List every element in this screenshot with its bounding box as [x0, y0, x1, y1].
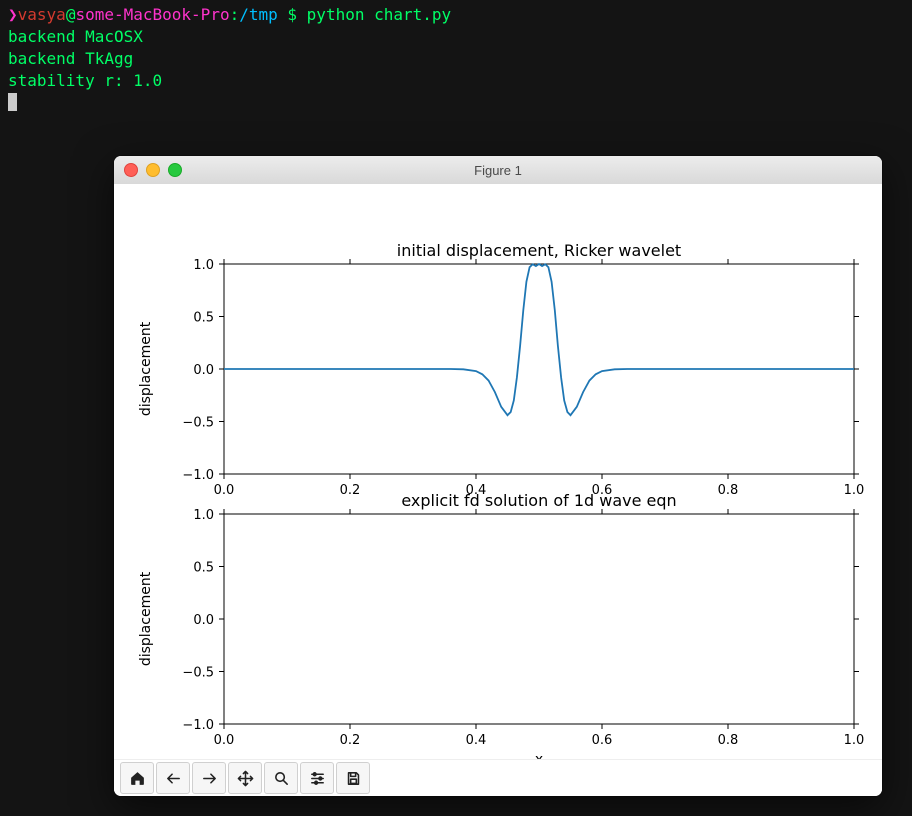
window-title: Figure 1 — [114, 163, 882, 178]
save-icon — [345, 770, 362, 787]
prompt-colon: : — [230, 5, 240, 24]
back-button[interactable] — [156, 762, 190, 794]
svg-text:−1.0: −1.0 — [182, 468, 214, 483]
prompt-user: vasya — [18, 5, 66, 24]
svg-text:0.0: 0.0 — [193, 363, 214, 378]
terminal-cursor-line — [8, 92, 904, 114]
terminal-prompt-line: ❯vasya@some-MacBook-Pro:/tmp $ python ch… — [8, 4, 904, 26]
figure-canvas[interactable]: −1.0−0.50.00.51.00.00.20.40.60.81.0initi… — [114, 184, 882, 760]
prompt-host: some-MacBook-Pro — [75, 5, 229, 24]
configure-button[interactable] — [300, 762, 334, 794]
svg-text:1.0: 1.0 — [844, 483, 865, 498]
svg-text:0.6: 0.6 — [592, 733, 613, 748]
svg-text:0.4: 0.4 — [466, 733, 487, 748]
terminal[interactable]: ❯vasya@some-MacBook-Pro:/tmp $ python ch… — [0, 0, 912, 116]
svg-text:0.8: 0.8 — [718, 483, 739, 498]
plot-svg: −1.0−0.50.00.51.00.00.20.40.60.81.0initi… — [114, 184, 882, 760]
terminal-output-line: backend TkAgg — [8, 48, 904, 70]
svg-text:1.0: 1.0 — [193, 258, 214, 273]
figure-toolbar — [114, 759, 882, 796]
prompt-arrow: ❯ — [8, 5, 18, 24]
svg-text:0.5: 0.5 — [193, 311, 214, 326]
svg-text:displacement: displacement — [138, 571, 154, 666]
svg-text:0.8: 0.8 — [718, 733, 739, 748]
prompt-at: @ — [66, 5, 76, 24]
svg-text:1.0: 1.0 — [193, 508, 214, 523]
svg-text:−0.5: −0.5 — [182, 416, 214, 431]
cursor-icon — [8, 93, 17, 111]
terminal-output-line: stability r: 1.0 — [8, 70, 904, 92]
svg-text:0.0: 0.0 — [214, 483, 235, 498]
svg-text:displacement: displacement — [138, 321, 154, 416]
forward-button[interactable] — [192, 762, 226, 794]
svg-text:explicit fd solution of 1d wav: explicit fd solution of 1d wave eqn — [401, 491, 676, 510]
sliders-icon — [309, 770, 326, 787]
svg-text:0.2: 0.2 — [340, 483, 361, 498]
prompt-cwd: /tmp — [239, 5, 278, 24]
prompt-command: python chart.py — [307, 5, 452, 24]
magnifier-icon — [273, 770, 290, 787]
window-titlebar[interactable]: Figure 1 — [114, 156, 882, 185]
prompt-dollar: $ — [287, 5, 297, 24]
svg-text:1.0: 1.0 — [844, 733, 865, 748]
move-icon — [237, 770, 254, 787]
svg-text:0.5: 0.5 — [193, 561, 214, 576]
zoom-button[interactable] — [264, 762, 298, 794]
arrow-left-icon — [165, 770, 182, 787]
pan-button[interactable] — [228, 762, 262, 794]
figure-window[interactable]: Figure 1 −1.0−0.50.00.51.00.00.20.40.60.… — [114, 156, 882, 796]
home-button[interactable] — [120, 762, 154, 794]
save-button[interactable] — [336, 762, 370, 794]
svg-text:−0.5: −0.5 — [182, 666, 214, 681]
svg-text:−1.0: −1.0 — [182, 718, 214, 733]
svg-text:0.0: 0.0 — [193, 613, 214, 628]
svg-text:0.2: 0.2 — [340, 733, 361, 748]
arrow-right-icon — [201, 770, 218, 787]
svg-text:0.0: 0.0 — [214, 733, 235, 748]
terminal-output-line: backend MacOSX — [8, 26, 904, 48]
home-icon — [129, 770, 146, 787]
svg-text:initial displacement, Ricker w: initial displacement, Ricker wavelet — [397, 241, 681, 260]
